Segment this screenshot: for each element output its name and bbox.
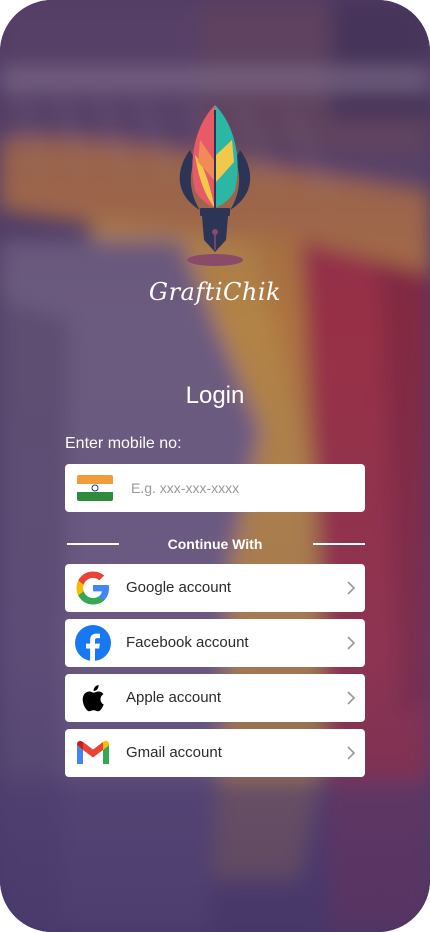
mobile-field[interactable] [65,464,365,512]
google-icon [76,571,109,605]
facebook-icon [75,625,111,661]
chevron-right-icon [347,636,356,650]
apple-icon [82,685,104,712]
continue-with-divider: Continue With [65,533,365,555]
mobile-label: Enter mobile no: [65,435,182,452]
apple-login-button[interactable]: Apple account [65,674,365,722]
page-title: Login [185,382,245,409]
mobile-input[interactable] [131,464,357,512]
facebook-label: Facebook account [126,634,249,651]
chevron-right-icon [347,691,356,705]
brand-name: GraftiChik [148,278,282,306]
google-label: Google account [126,579,232,596]
login-screen: GraftiChik Login Enter mobile no: Contin… [0,0,430,932]
gmail-label: Gmail account [126,744,222,761]
chevron-right-icon [347,581,356,595]
facebook-login-button[interactable]: Facebook account [65,619,365,667]
quill-pen-logo [179,105,251,266]
google-login-button[interactable]: Google account [65,564,365,612]
apple-label: Apple account [126,689,222,706]
gmail-login-button[interactable]: Gmail account [65,729,365,777]
india-flag-icon[interactable] [77,475,113,501]
divider-line-right [313,543,365,545]
gmail-icon [77,740,109,764]
chevron-right-icon [347,746,356,760]
